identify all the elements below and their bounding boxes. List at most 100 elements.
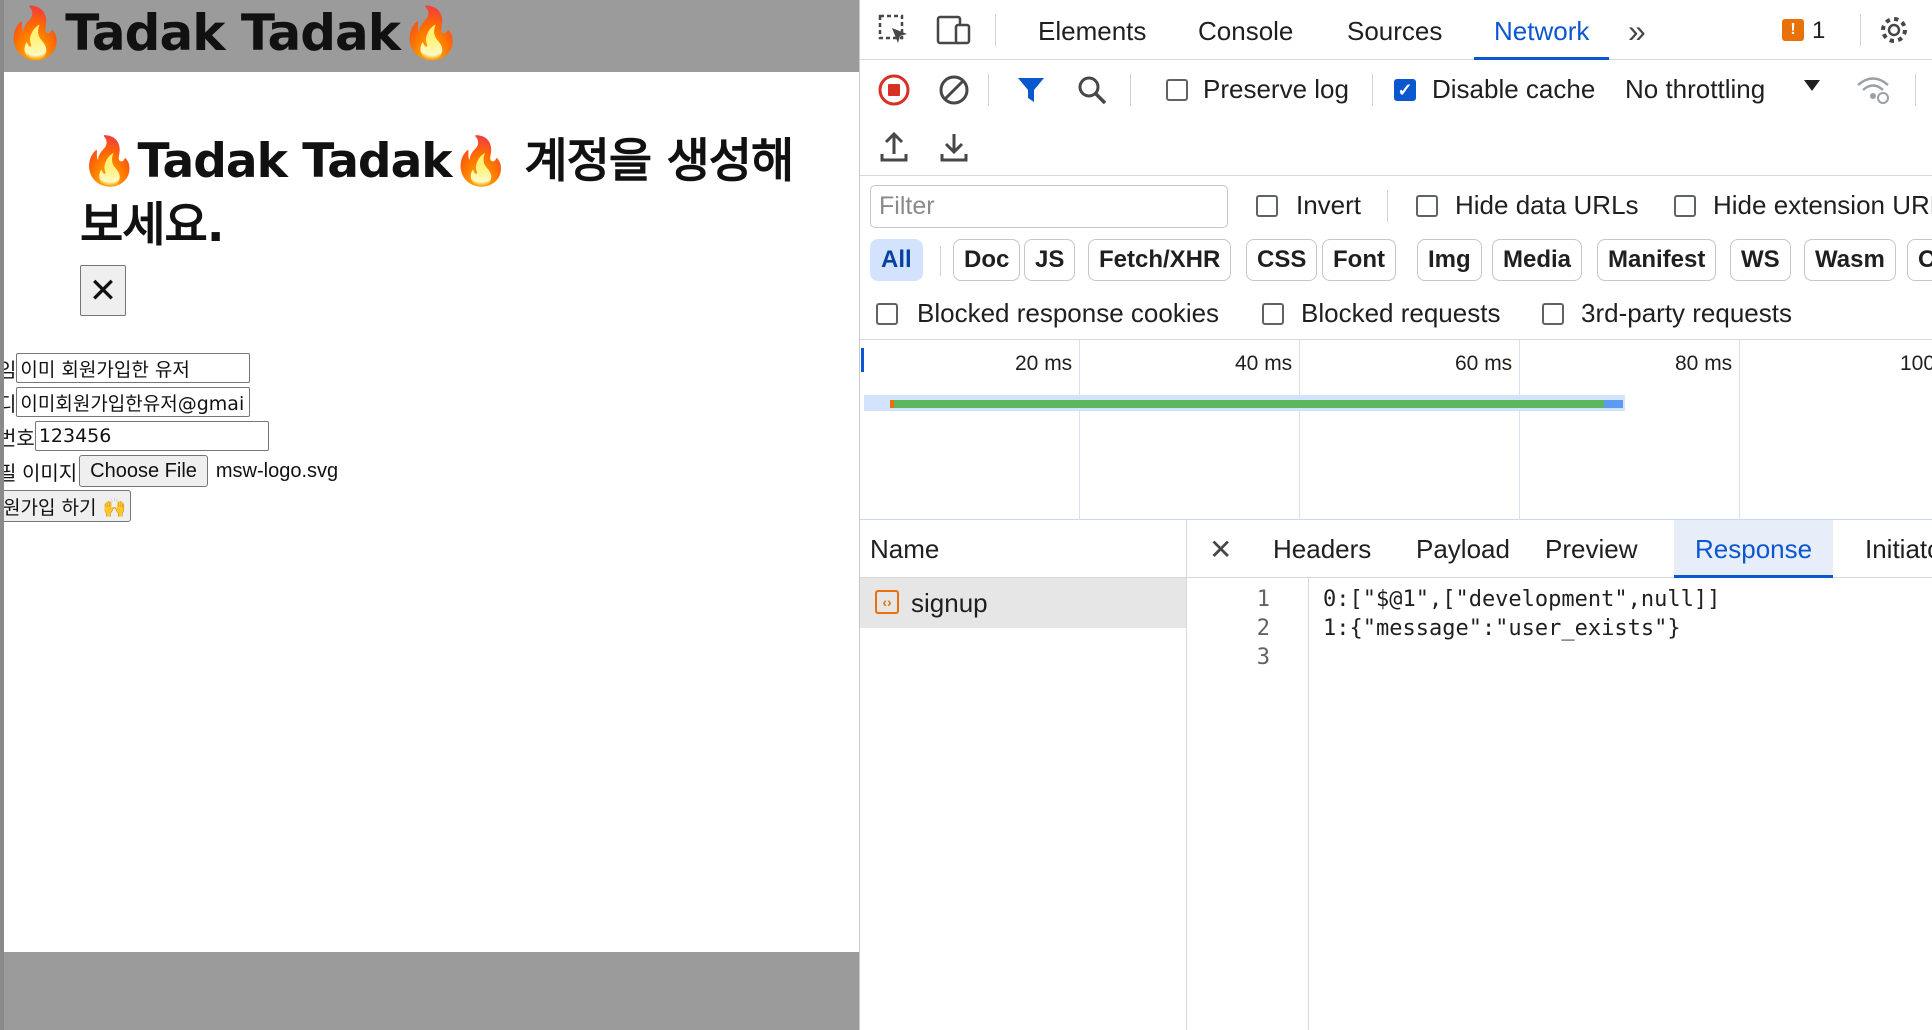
- hide-extension-urls-label: Hide extension URLs: [1713, 190, 1932, 220]
- hide-data-urls-checkbox[interactable]: [1416, 195, 1438, 217]
- search-icon[interactable]: [1076, 74, 1108, 106]
- line-number: 1: [1256, 587, 1270, 612]
- timeline-tick-label: 20 ms: [1015, 352, 1073, 375]
- hide-extension-urls-checkbox[interactable]: [1674, 195, 1696, 217]
- tab-elements[interactable]: Elements: [1038, 0, 1146, 60]
- throttling-dropdown-icon[interactable]: [1804, 80, 1820, 91]
- tab-network[interactable]: Network: [1473, 0, 1610, 60]
- device-toolbar-icon[interactable]: [936, 12, 972, 48]
- resource-type-filters: All Doc JS Fetch/XHR CSS Font Img Media …: [860, 236, 1932, 288]
- signup-submit-button[interactable]: 원가입 하기 🙌: [4, 490, 132, 522]
- close-modal-button[interactable]: ✕: [80, 265, 126, 316]
- signup-modal-title: 🔥Tadak Tadak🔥 계정을 생성해 보세요.: [80, 134, 794, 253]
- third-party-requests-checkbox[interactable]: [1542, 303, 1564, 325]
- name-column-header[interactable]: Name: [860, 520, 1186, 578]
- inspect-element-icon[interactable]: [876, 12, 912, 48]
- timeline-gridline: [1079, 340, 1080, 520]
- tab-headers[interactable]: Headers: [1273, 520, 1371, 578]
- type-filter-css[interactable]: CSS: [1246, 239, 1318, 281]
- profile-image-row: 필 이미지 Choose File msw-logo.svg: [0, 455, 338, 487]
- email-row: 디: [4, 386, 251, 418]
- type-filter-ws[interactable]: WS: [1730, 239, 1791, 281]
- throttling-select[interactable]: No throttling: [1625, 74, 1765, 105]
- toolbar-divider-4: [1915, 74, 1916, 106]
- type-filter-media[interactable]: Media: [1492, 239, 1583, 281]
- blocked-response-cookies-checkbox[interactable]: [876, 303, 898, 325]
- more-tabs-icon[interactable]: »: [1628, 0, 1646, 60]
- network-timeline-overview[interactable]: 20 ms 40 ms 60 ms 80 ms 100 ms: [860, 340, 1932, 520]
- request-detail: ✕ Headers Payload Preview Response Initi…: [1187, 520, 1932, 1030]
- chip-divider: [940, 246, 941, 276]
- disable-cache-checkbox[interactable]: ✓: [1394, 79, 1416, 101]
- type-filter-img[interactable]: Img: [1417, 239, 1482, 281]
- toolbar-divider: [988, 74, 989, 106]
- devtools-panel: Elements Console Sources Network » ! 1 P…: [859, 0, 1932, 1030]
- filter-input[interactable]: [870, 185, 1228, 228]
- issues-icon[interactable]: !: [1782, 19, 1804, 41]
- tab-initiator[interactable]: Initiator: [1865, 520, 1932, 578]
- hide-data-urls-label: Hide data URLs: [1455, 190, 1639, 220]
- timeline-gridline: [1299, 340, 1300, 520]
- toolbar-divider-3: [1372, 74, 1373, 106]
- timeline-cursor[interactable]: [861, 348, 864, 372]
- type-filter-js[interactable]: JS: [1024, 239, 1076, 281]
- network-conditions-icon[interactable]: [1855, 74, 1891, 106]
- nickname-label: 임: [4, 354, 16, 383]
- profile-image-label: 필 이미지: [0, 462, 78, 485]
- devtools-tabbar: Elements Console Sources Network » ! 1: [860, 0, 1932, 60]
- site-title: 🔥Tadak Tadak🔥: [4, 4, 462, 62]
- type-filter-wasm[interactable]: Wasm: [1804, 239, 1896, 281]
- submit-row: 원가입 하기 🙌: [4, 490, 132, 522]
- blocked-requests-checkbox[interactable]: [1262, 303, 1284, 325]
- record-stop-icon[interactable]: [878, 74, 910, 106]
- request-area: Name ‹› signup ✕ Headers Payload Preview…: [860, 520, 1932, 1030]
- close-detail-icon[interactable]: ✕: [1209, 533, 1232, 566]
- type-filter-other[interactable]: Other: [1907, 239, 1932, 281]
- response-line: 1:{"message":"user_exists"}: [1323, 616, 1681, 641]
- type-filter-manifest[interactable]: Manifest: [1597, 239, 1717, 281]
- email-input[interactable]: [16, 387, 251, 417]
- close-icon: ✕: [88, 270, 118, 311]
- tab-preview[interactable]: Preview: [1545, 520, 1637, 578]
- request-row-signup[interactable]: ‹› signup: [860, 578, 1186, 628]
- type-filter-font[interactable]: Font: [1322, 239, 1396, 281]
- timeline-tick-label: 80 ms: [1675, 352, 1733, 375]
- filter-icon[interactable]: [1016, 75, 1046, 105]
- blocked-requests-label: Blocked requests: [1301, 298, 1501, 328]
- import-har-icon[interactable]: [878, 130, 910, 164]
- tab-response[interactable]: Response: [1674, 520, 1834, 578]
- response-line: 0:["$@1",["development",null]]: [1323, 587, 1721, 612]
- password-label: 번호: [0, 427, 35, 450]
- type-filter-doc[interactable]: Doc: [953, 239, 1021, 281]
- web-page: 🔥Tadak Tadak🔥 🔥Tadak Tadak🔥 계정을 생성해 보세요.…: [0, 0, 859, 1030]
- line-number: 2: [1256, 616, 1270, 641]
- tab-console[interactable]: Console: [1198, 0, 1293, 60]
- choose-file-button[interactable]: Choose File: [79, 455, 208, 487]
- export-har-icon[interactable]: [938, 130, 970, 164]
- network-toolbar: Preserve log ✓ Disable cache No throttli…: [860, 60, 1932, 120]
- nickname-input[interactable]: [16, 353, 251, 383]
- network-toolbar-row-2: [860, 120, 1932, 176]
- clear-icon[interactable]: [938, 74, 970, 106]
- response-viewer[interactable]: 1 2 3 0:["$@1",["development",null]] 1:{…: [1187, 578, 1932, 1030]
- preserve-log-checkbox[interactable]: [1166, 79, 1188, 101]
- timeline-tick-label: 100 ms: [1900, 352, 1932, 375]
- request-name: signup: [911, 588, 988, 618]
- filter-row: Invert Hide data URLs Hide extension URL…: [860, 176, 1932, 236]
- type-filter-all[interactable]: All: [870, 239, 923, 281]
- disable-cache-label: Disable cache: [1432, 74, 1596, 104]
- detail-tabbar: ✕ Headers Payload Preview Response Initi…: [1187, 520, 1932, 578]
- password-input[interactable]: [34, 421, 269, 451]
- password-row: 번호: [0, 420, 269, 452]
- tab-sources[interactable]: Sources: [1347, 0, 1442, 60]
- type-filter-fetch-xhr[interactable]: Fetch/XHR: [1088, 239, 1232, 281]
- tabbar-divider-right: [1860, 14, 1861, 46]
- blocked-response-cookies-label: Blocked response cookies: [917, 298, 1220, 328]
- tab-payload[interactable]: Payload: [1416, 520, 1510, 578]
- settings-gear-icon[interactable]: [1876, 12, 1912, 48]
- line-number: 3: [1256, 645, 1270, 670]
- site-footer: [4, 952, 859, 1030]
- tabbar-divider: [995, 14, 996, 46]
- invert-checkbox[interactable]: [1256, 195, 1278, 217]
- timeline-tick-label: 40 ms: [1235, 352, 1293, 375]
